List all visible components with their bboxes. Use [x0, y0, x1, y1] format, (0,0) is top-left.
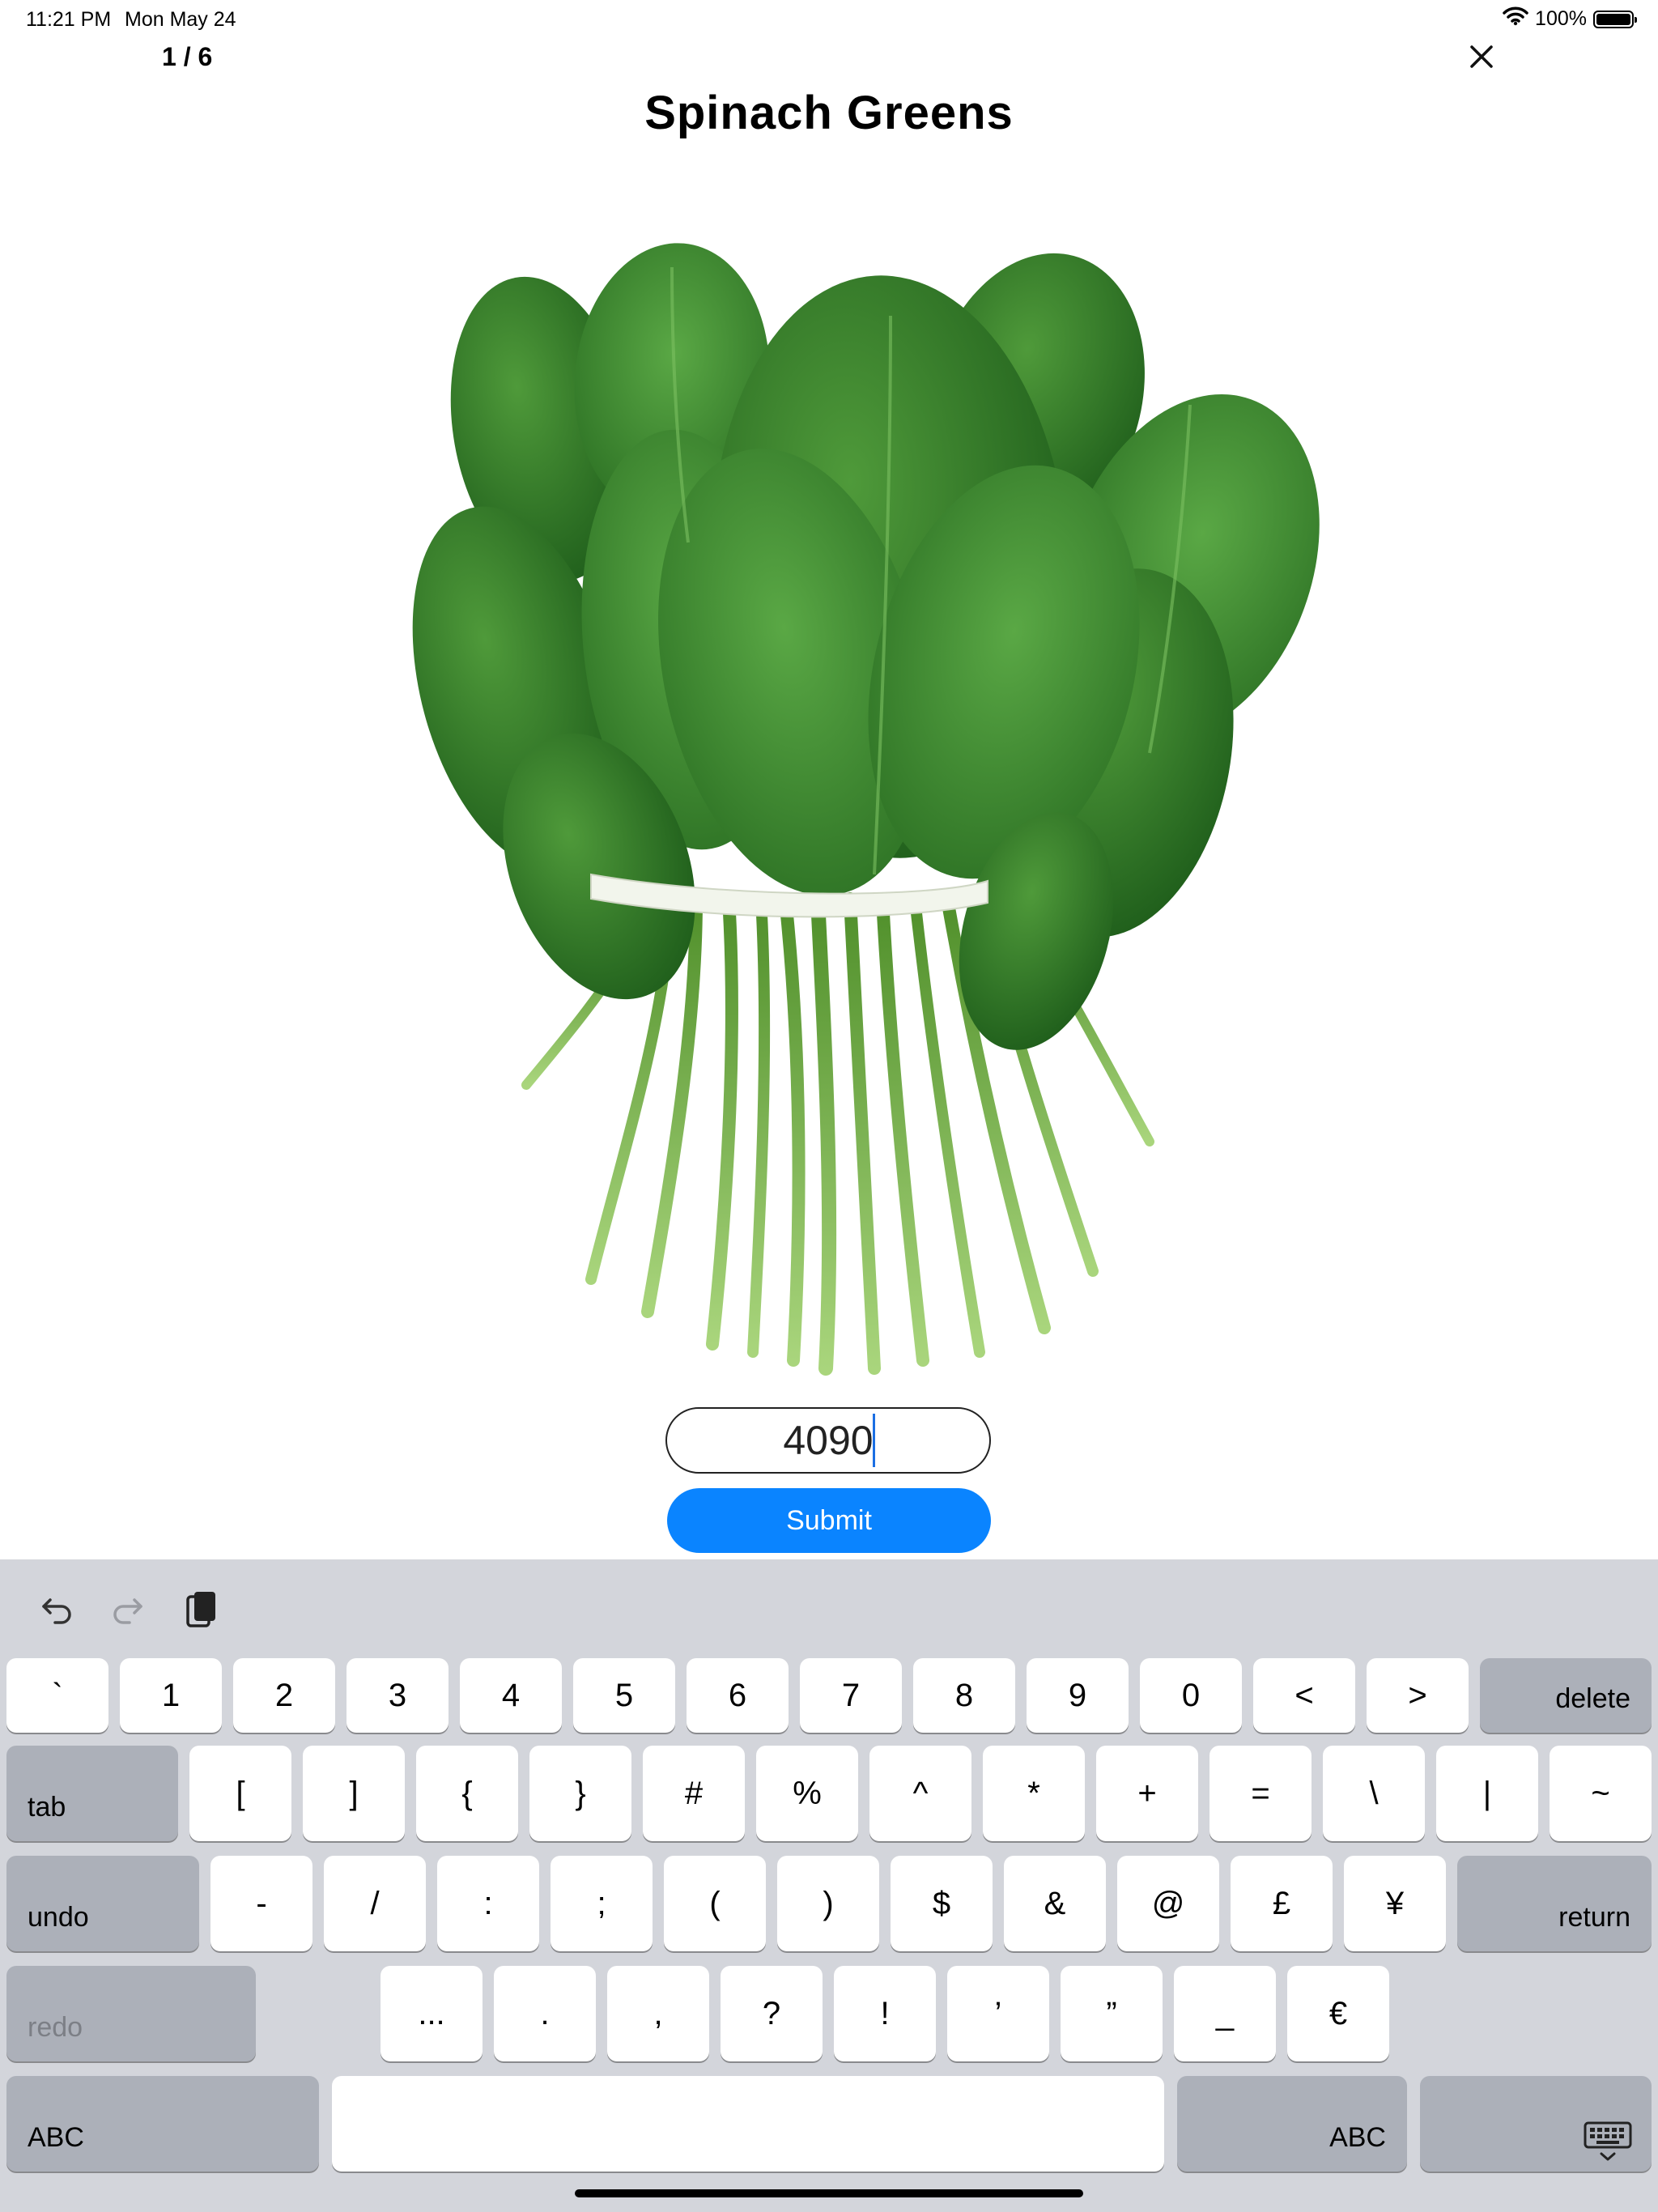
tab-key[interactable]: tab [6, 1746, 178, 1841]
key-4[interactable]: 4 [460, 1658, 562, 1733]
key-8[interactable]: 8 [913, 1658, 1015, 1733]
delete-key[interactable]: delete [1480, 1658, 1652, 1733]
key-equals[interactable]: = [1209, 1746, 1312, 1841]
key-comma[interactable]: , [607, 1966, 709, 2061]
key-pound[interactable]: £ [1231, 1856, 1333, 1951]
abc-key-right[interactable]: ABC [1177, 2076, 1407, 2172]
close-button[interactable] [1462, 37, 1501, 76]
wifi-icon [1503, 6, 1528, 32]
key-at[interactable]: @ [1117, 1856, 1219, 1951]
key-apostrophe[interactable]: ’ [947, 1966, 1049, 2061]
key-9[interactable]: 9 [1027, 1658, 1129, 1733]
key-question[interactable]: ? [721, 1966, 823, 2061]
key-quote[interactable]: ” [1061, 1966, 1163, 2061]
key-colon[interactable]: : [437, 1856, 539, 1951]
key-ellipsis[interactable]: ... [380, 1966, 483, 2061]
key-underscore[interactable]: _ [1174, 1966, 1276, 2061]
keyboard-dismiss-icon [1584, 2121, 1632, 2161]
return-key[interactable]: return [1457, 1856, 1652, 1951]
key-5[interactable]: 5 [573, 1658, 675, 1733]
key-yen[interactable]: ¥ [1344, 1856, 1446, 1951]
key-6[interactable]: 6 [687, 1658, 789, 1733]
key-backtick[interactable]: ` [6, 1658, 108, 1733]
undo-key[interactable]: undo [6, 1856, 199, 1951]
key-tilde[interactable]: ~ [1550, 1746, 1652, 1841]
key-hash[interactable]: # [643, 1746, 745, 1841]
key-caret[interactable]: ^ [869, 1746, 971, 1841]
key-period[interactable]: . [494, 1966, 596, 2061]
home-indicator[interactable] [575, 2189, 1083, 2197]
status-time: 11:21 PM [26, 8, 112, 31]
submit-button[interactable]: Submit [667, 1488, 991, 1553]
key-plus[interactable]: + [1096, 1746, 1198, 1841]
undo-icon[interactable] [32, 1585, 81, 1634]
key-slash[interactable]: / [324, 1856, 426, 1951]
key-1[interactable]: 1 [120, 1658, 222, 1733]
battery-percentage: 100% [1535, 7, 1587, 30]
status-bar: 11:21 PM Mon May 24 100% [0, 0, 1658, 39]
key-open-bracket[interactable]: [ [189, 1746, 291, 1841]
status-date: Mon May 24 [125, 8, 236, 31]
key-close-bracket[interactable]: ] [303, 1746, 405, 1841]
key-3[interactable]: 3 [346, 1658, 449, 1733]
abc-key-left[interactable]: ABC [6, 2076, 319, 2172]
item-counter: 1 / 6 [162, 42, 213, 71]
key-7[interactable]: 7 [800, 1658, 902, 1733]
key-semicolon[interactable]: ; [551, 1856, 653, 1951]
battery-icon [1593, 10, 1637, 28]
close-icon [1470, 45, 1493, 68]
key-hyphen[interactable]: - [210, 1856, 312, 1951]
space-key[interactable] [332, 2076, 1164, 2172]
product-image [405, 219, 1344, 1385]
key-exclamation[interactable]: ! [834, 1966, 936, 2061]
status-right: 100% [1503, 6, 1637, 32]
clipboard-icon[interactable] [176, 1585, 225, 1634]
redo-key[interactable]: redo [6, 1966, 256, 2061]
key-open-brace[interactable]: { [416, 1746, 518, 1841]
key-dollar[interactable]: $ [891, 1856, 993, 1951]
key-close-brace[interactable]: } [529, 1746, 631, 1841]
key-close-paren[interactable]: ) [777, 1856, 879, 1951]
key-percent[interactable]: % [756, 1746, 858, 1841]
key-open-paren[interactable]: ( [664, 1856, 766, 1951]
key-2[interactable]: 2 [233, 1658, 335, 1733]
quantity-input[interactable] [665, 1407, 991, 1474]
key-backslash[interactable]: \ [1323, 1746, 1425, 1841]
key-asterisk[interactable]: * [983, 1746, 1085, 1841]
dismiss-keyboard-key[interactable] [1420, 2076, 1652, 2172]
key-0[interactable]: 0 [1140, 1658, 1242, 1733]
key-less-than[interactable]: < [1253, 1658, 1355, 1733]
key-greater-than[interactable]: > [1367, 1658, 1469, 1733]
onscreen-keyboard: ` 1 2 3 4 5 6 7 8 9 0 < > delete tab [ ]… [0, 1559, 1658, 2212]
product-title: Spinach Greens [644, 87, 1014, 139]
text-caret [873, 1414, 875, 1467]
key-euro[interactable]: € [1287, 1966, 1389, 2061]
key-pipe[interactable]: | [1436, 1746, 1538, 1841]
key-ampersand[interactable]: & [1004, 1856, 1106, 1951]
redo-icon[interactable] [104, 1585, 152, 1634]
